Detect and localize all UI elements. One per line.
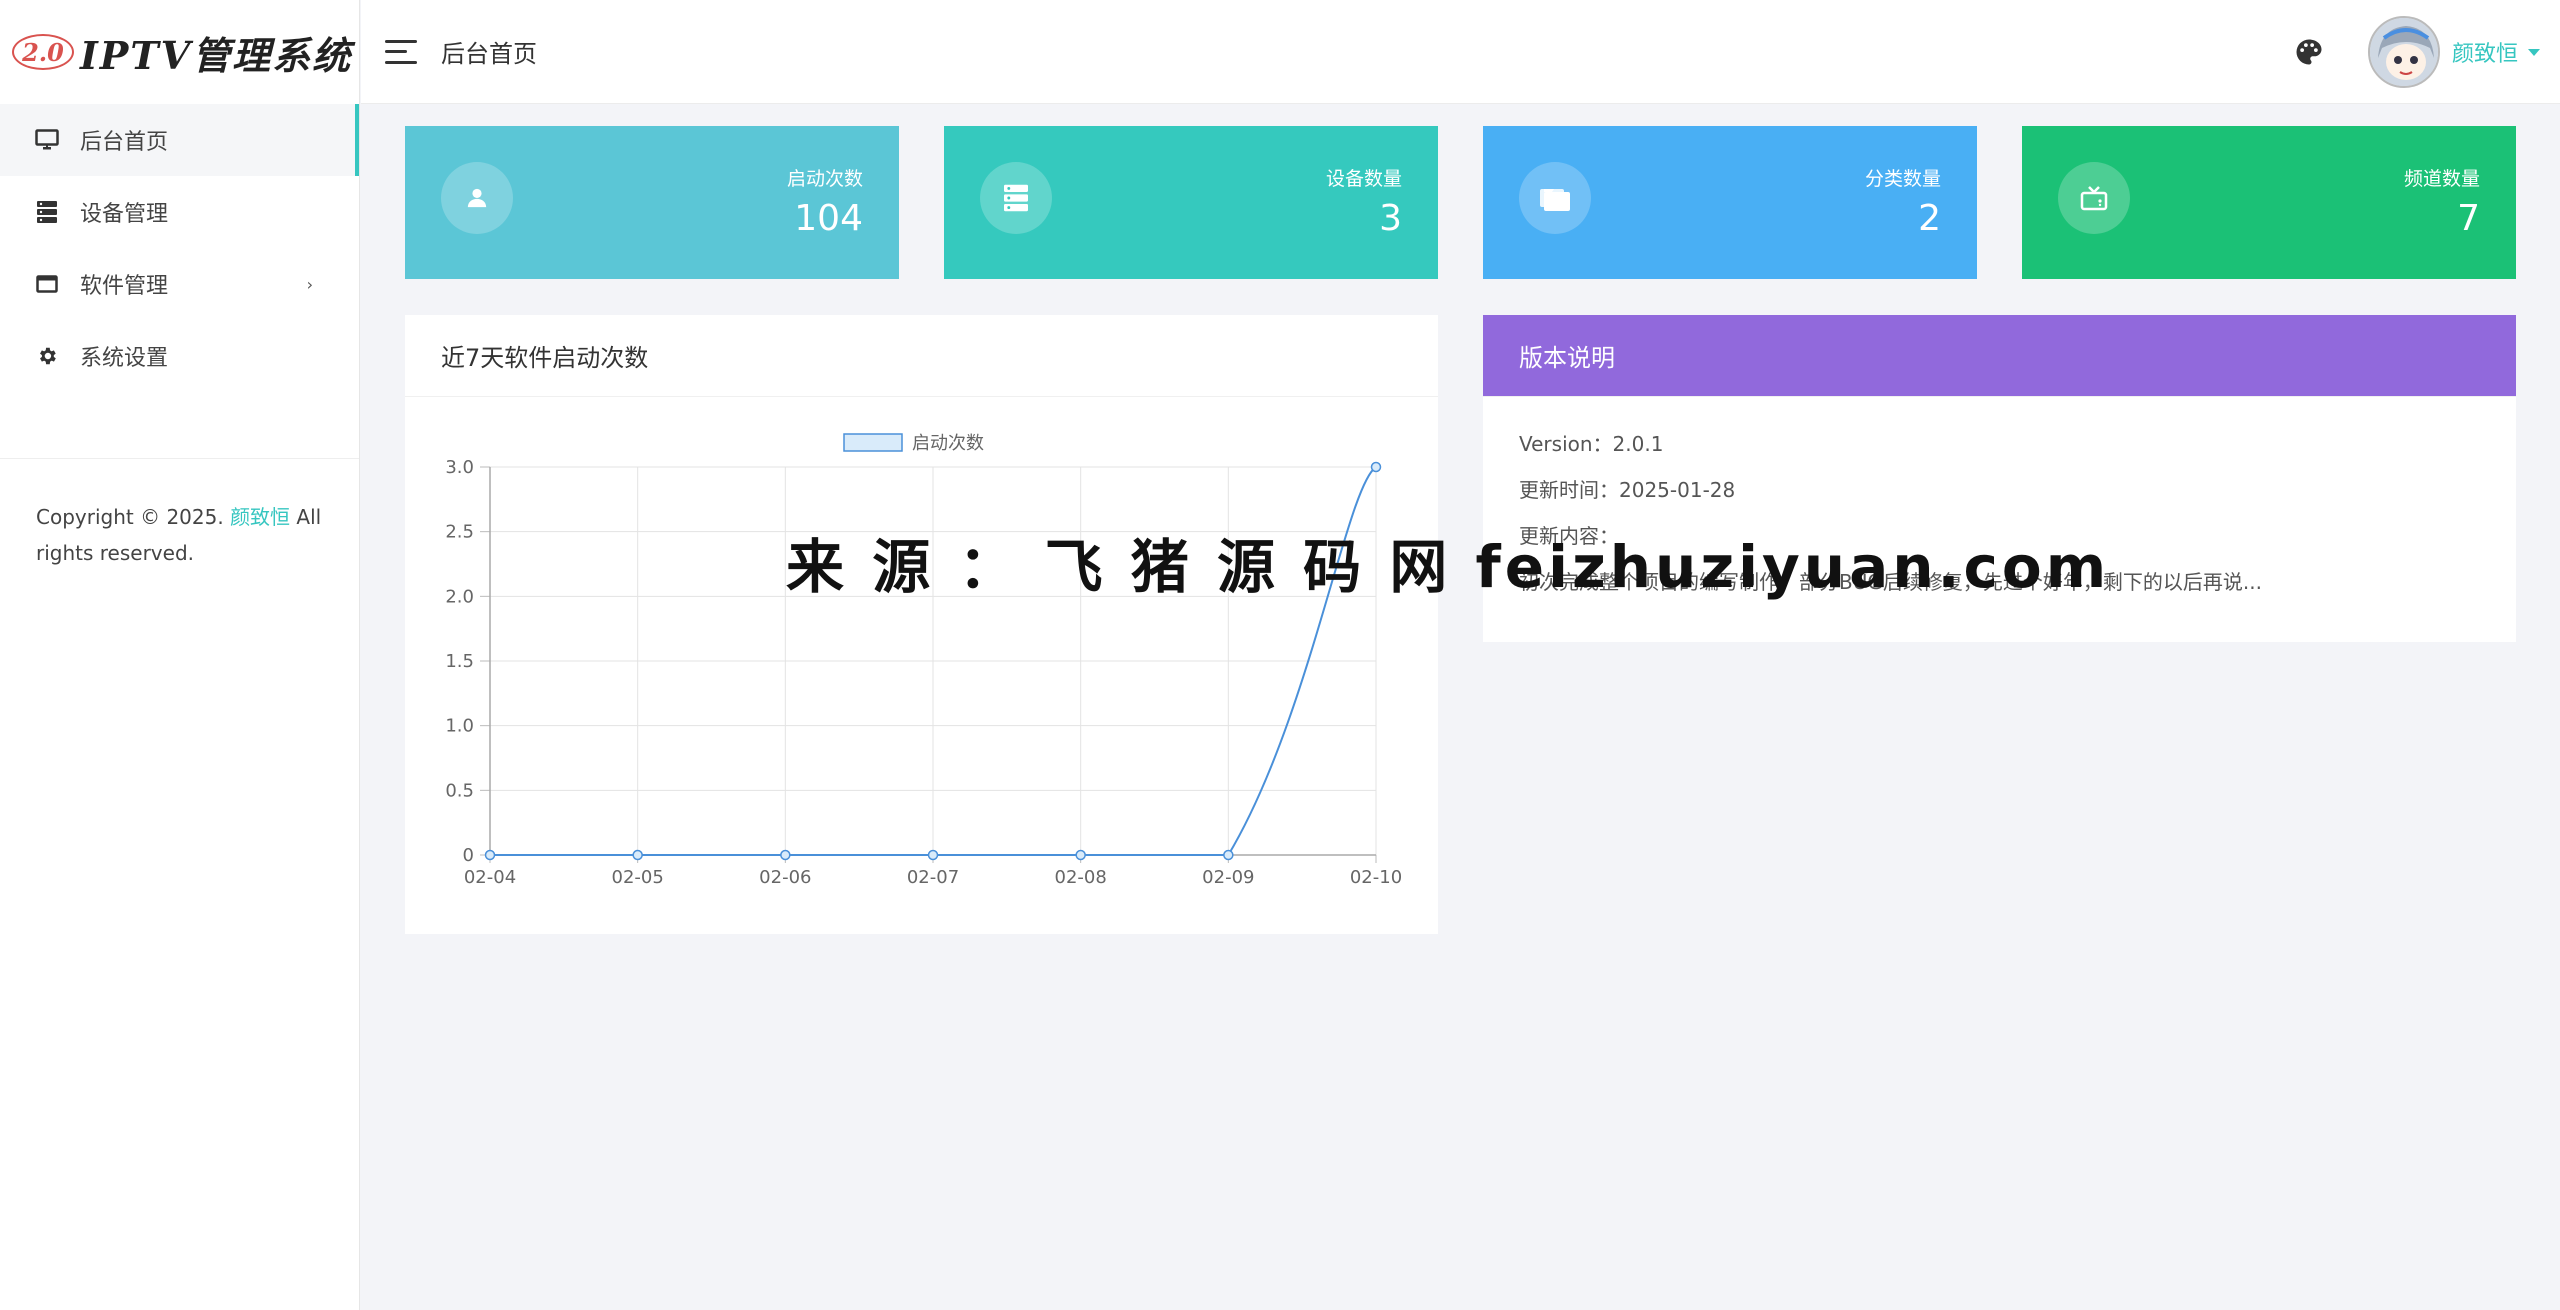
stat-value: 7 bbox=[2457, 198, 2480, 239]
stat-value: 104 bbox=[794, 198, 863, 239]
logo-badge: 2.0 bbox=[12, 34, 74, 70]
data-point[interactable] bbox=[927, 849, 939, 861]
launch-chart: 启动次数 0 0.5 1.0 1.5 2.0 2.5 3.0 02-04 02-05 02-06 02… bbox=[445, 433, 1402, 888]
chart-panel-title: 近7天软件启动次数 bbox=[405, 315, 1438, 397]
sidebar-item-settings[interactable]: 系统设置 bbox=[0, 320, 359, 392]
header-right: 颜致恒 bbox=[2294, 0, 2560, 104]
legend-swatch bbox=[843, 433, 903, 452]
app-logo[interactable]: 2.0 IPTV管理系统 bbox=[0, 0, 359, 104]
x-tick-label: 02-06 bbox=[759, 867, 811, 888]
gear-icon bbox=[34, 343, 60, 369]
legend-label: 启动次数 bbox=[912, 433, 984, 454]
monitor-icon bbox=[34, 127, 60, 153]
hamburger-line bbox=[385, 60, 417, 64]
x-tick-label: 02-05 bbox=[612, 867, 664, 888]
copyright-author-link[interactable]: 颜致恒 bbox=[230, 505, 290, 529]
data-point[interactable] bbox=[780, 849, 791, 861]
y-tick-label: 0.5 bbox=[445, 780, 474, 801]
y-tick-label: 1.0 bbox=[445, 716, 474, 737]
sidebar-item-label: 设备管理 bbox=[80, 202, 169, 227]
stat-label: 分类数量 bbox=[1864, 168, 1941, 190]
caret-down-icon[interactable] bbox=[2528, 48, 2540, 56]
version-number: Version：2.0.1 bbox=[1519, 432, 1664, 456]
stat-label: 启动次数 bbox=[786, 168, 863, 190]
chart-legend: 启动次数 bbox=[843, 433, 984, 454]
y-tick-label: 1.5 bbox=[445, 651, 474, 672]
y-tick-label: 0 bbox=[463, 845, 474, 866]
y-tick-label: 3.0 bbox=[445, 457, 474, 478]
stat-card-categories: 分类数量 2 bbox=[1483, 126, 1977, 279]
stat-card-channels: 频道数量 7 bbox=[2022, 126, 2516, 279]
stat-card-launches: 启动次数 104 bbox=[405, 126, 899, 279]
hamburger-line bbox=[385, 50, 407, 53]
stat-value: 2 bbox=[1918, 198, 1941, 239]
sidebar-item-dashboard[interactable]: 后台首页 bbox=[0, 104, 359, 176]
data-point[interactable] bbox=[1370, 461, 1382, 473]
copyright-prefix: Copyright © 2025. bbox=[36, 505, 224, 529]
palette-icon[interactable] bbox=[2294, 37, 2324, 67]
user-name[interactable]: 颜致恒 bbox=[2452, 36, 2518, 68]
sidebar-item-label: 系统设置 bbox=[80, 346, 169, 371]
user-icon bbox=[441, 162, 513, 234]
sidebar-item-label: 软件管理 bbox=[80, 274, 169, 299]
data-point[interactable] bbox=[1223, 849, 1234, 861]
logo-text: IPTV管理系统 bbox=[80, 32, 353, 78]
sidebar-item-devices[interactable]: 设备管理 bbox=[0, 176, 359, 248]
stat-value: 3 bbox=[1379, 198, 1402, 239]
stat-card-devices: 设备数量 3 bbox=[944, 126, 1438, 279]
data-point[interactable] bbox=[632, 849, 643, 861]
hamburger-line bbox=[385, 39, 417, 43]
window-icon bbox=[34, 271, 60, 297]
sidebar-item-software[interactable]: 软件管理 › bbox=[0, 248, 359, 320]
stat-label: 设备数量 bbox=[1325, 168, 1402, 190]
data-point[interactable] bbox=[484, 849, 496, 861]
y-tick-label: 2.0 bbox=[445, 586, 474, 607]
update-time: 更新时间：2025-01-28 bbox=[1519, 478, 1736, 502]
page-title: 后台首页 bbox=[441, 40, 537, 68]
server-icon bbox=[980, 162, 1052, 234]
server-icon bbox=[34, 199, 60, 225]
x-tick-label: 02-10 bbox=[1350, 867, 1402, 888]
stat-label: 频道数量 bbox=[2403, 168, 2480, 190]
x-tick-label: 02-09 bbox=[1202, 867, 1254, 888]
top-header: 后台首页 颜致恒 bbox=[361, 0, 2560, 104]
copyright: Copyright © 2025. 颜致恒 All rights reserve… bbox=[0, 459, 359, 571]
x-tick-label: 02-04 bbox=[464, 867, 516, 888]
sidebar-item-label: 后台首页 bbox=[80, 130, 169, 155]
avatar[interactable] bbox=[2367, 16, 2440, 88]
data-point[interactable] bbox=[1075, 849, 1086, 861]
sidebar: 2.0 IPTV管理系统 后台首页 设备管理 软件管理 › 系统设置 Copyr… bbox=[0, 0, 360, 1310]
folder-icon bbox=[1519, 162, 1591, 234]
x-tick-label: 02-07 bbox=[907, 867, 959, 888]
watermark: 来 源 ： 飞 猪 源 码 网 feizhuziyuan.com bbox=[786, 533, 2111, 601]
x-tick-label: 02-08 bbox=[1055, 867, 1107, 888]
chevron-right-icon: › bbox=[306, 274, 313, 294]
tv-icon bbox=[2058, 162, 2130, 234]
version-panel-title: 版本说明 bbox=[1483, 315, 2516, 397]
chart-panel: 近7天软件启动次数 启动次数 0 0.5 1.0 1.5 2.0 2.5 3.0 02-04 02… bbox=[405, 315, 1438, 934]
y-tick-label: 2.5 bbox=[445, 522, 474, 543]
menu-toggle-button[interactable] bbox=[385, 39, 417, 64]
